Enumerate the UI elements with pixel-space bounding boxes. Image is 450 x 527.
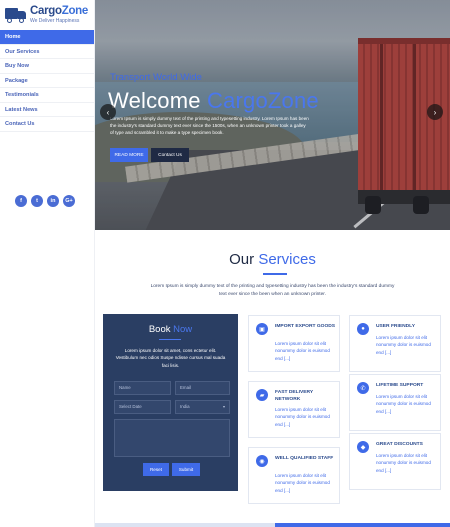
truck-icon: ▰ [256, 389, 268, 401]
hero-subtitle: Transport World Wide [110, 72, 202, 83]
bottom-divider [95, 523, 450, 527]
sidebar-nav: Home Our Services Buy Now Package Testim… [0, 30, 94, 132]
card-title: LIFETIME SUPPORT [376, 383, 424, 388]
country-select[interactable]: India ▾ [175, 400, 230, 414]
logo[interactable]: CargoZone We Deliver Happiness [0, 0, 94, 30]
social-links: f t in G+ [15, 195, 75, 207]
nav-package[interactable]: Package [0, 74, 94, 88]
submit-button[interactable]: Submit [172, 463, 200, 476]
google-plus-icon[interactable]: G+ [63, 195, 75, 207]
read-more-button[interactable]: READ MORE [110, 148, 148, 162]
slider-next-icon[interactable]: › [427, 104, 443, 120]
services-intro: Lorem Ipsum is simply dummy text of the … [150, 284, 395, 297]
booking-title-underline [159, 339, 181, 340]
service-card-import-export[interactable]: ▣ IMPORT EXPORT GOODS Lorem ipsum dolor … [248, 315, 340, 372]
nav-contact-us[interactable]: Contact Us [0, 117, 94, 132]
reset-button[interactable]: Reset [143, 463, 169, 476]
truck-logo-icon [5, 7, 27, 23]
box-icon: ▣ [256, 323, 268, 335]
linkedin-icon[interactable]: in [47, 195, 59, 207]
service-card-fast-delivery[interactable]: ▰ FAST DELIVERY NETWORK Lorem ipsum dolo… [248, 381, 340, 438]
card-title: FAST DELIVERY NETWORK [275, 390, 314, 403]
chevron-down-icon: ▾ [222, 404, 225, 409]
location-icon: ◉ [256, 455, 268, 467]
nav-latest-news[interactable]: Latest News [0, 103, 94, 117]
booking-description: Lorem ipsum dolor sit amet, cons ectetur… [115, 348, 226, 368]
date-field[interactable]: Select Date [114, 400, 171, 414]
support-icon: ✆ [357, 382, 369, 394]
nav-our-services[interactable]: Our Services [0, 45, 94, 59]
name-field[interactable]: Name [114, 381, 171, 395]
card-text: Lorem ipsum dolor sit elit nonummy dolor… [275, 473, 330, 493]
email-field[interactable]: Email [175, 381, 230, 395]
card-title: USER FRIENDLY [376, 324, 415, 329]
card-title: IMPORT EXPORT GOODS [275, 324, 336, 329]
card-text: Lorem ipsum dolor sit elit nonummy dolor… [275, 407, 330, 427]
nav-testimonials[interactable]: Testimonials [0, 88, 94, 103]
card-text: Lorem ipsum dolor sit elit nonummy dolor… [376, 335, 431, 355]
hero-title: Welcome CargoZone [108, 88, 319, 113]
heading-underline [263, 273, 287, 275]
user-icon: ● [357, 323, 369, 335]
hero-banner [95, 0, 450, 230]
slider-prev-icon[interactable]: ‹ [100, 104, 116, 120]
logo-tagline: We Deliver Happiness [30, 17, 80, 24]
page: CargoZone We Deliver Happiness Home Our … [0, 0, 450, 527]
facebook-icon[interactable]: f [15, 195, 27, 207]
nav-home[interactable]: Home [0, 30, 94, 45]
hero-description: Lorem Ipsum is simply dummy text of the … [110, 116, 309, 135]
twitter-icon[interactable]: t [31, 195, 43, 207]
services-heading: Our Services [229, 251, 316, 268]
sidebar: CargoZone We Deliver Happiness Home Our … [0, 0, 95, 527]
service-card-user-friendly[interactable]: ● USER FRIENDLY Lorem ipsum dolor sit el… [349, 315, 441, 372]
card-text: Lorem ipsum dolor sit elit nonummy dolor… [376, 453, 431, 473]
booking-title: Book Now [148, 324, 193, 335]
card-text: Lorem ipsum dolor sit elit nonummy dolor… [376, 394, 431, 414]
card-title: WELL QUALIFIED STAFF [275, 456, 334, 461]
card-text: Lorem ipsum dolor sit elit nonummy dolor… [275, 341, 330, 361]
tag-icon: ◆ [357, 441, 369, 453]
card-title: GREAT DISCOUNTS [376, 442, 423, 447]
message-field[interactable] [114, 419, 230, 457]
logo-name: CargoZone [30, 5, 89, 18]
service-card-lifetime-support[interactable]: ✆ LIFETIME SUPPORT Lorem ipsum dolor sit… [349, 374, 441, 431]
service-card-qualified-staff[interactable]: ◉ WELL QUALIFIED STAFF Lorem ipsum dolor… [248, 447, 340, 504]
contact-us-button[interactable]: Contact Us [151, 148, 189, 162]
service-card-great-discounts[interactable]: ◆ GREAT DISCOUNTS Lorem ipsum dolor sit … [349, 433, 441, 490]
nav-buy-now[interactable]: Buy Now [0, 59, 94, 74]
